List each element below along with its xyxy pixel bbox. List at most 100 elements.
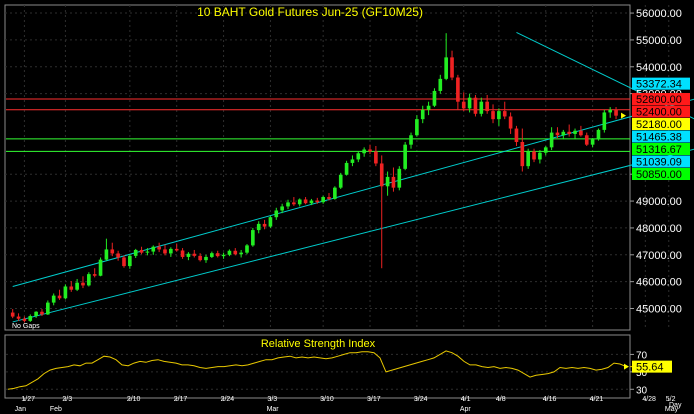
candle-body — [133, 249, 138, 256]
candle-body — [514, 128, 519, 142]
candle-body — [46, 302, 50, 315]
candle-body — [28, 316, 33, 321]
candle-body — [274, 210, 279, 218]
candle-body — [139, 249, 144, 253]
price-tag-label: 52400.00 — [636, 107, 682, 119]
candle-body — [210, 253, 214, 257]
candle-body — [391, 176, 396, 188]
date-tick-label: 4/21 — [590, 396, 604, 403]
candle-body — [543, 147, 548, 153]
date-tick-label: 1/27 — [21, 396, 35, 403]
candle-body — [227, 250, 232, 255]
candle-body — [63, 286, 68, 299]
candle-body — [297, 199, 302, 205]
candle-body — [309, 200, 314, 204]
candle-body — [321, 197, 325, 203]
date-tick-label: 2/24 — [221, 396, 235, 403]
candle-body — [415, 119, 419, 136]
candle-body — [561, 131, 566, 136]
price-tag-label: 52180.00 — [636, 119, 682, 131]
candle-body — [526, 151, 530, 167]
candle-body — [549, 132, 554, 148]
candle-body — [268, 217, 273, 227]
price-tag-label: 51316.67 — [636, 144, 682, 156]
candle-body — [116, 253, 120, 258]
candle-body — [22, 318, 27, 321]
candle-body — [251, 230, 255, 246]
candle-body — [356, 153, 361, 160]
candle-body — [57, 295, 62, 299]
candle-body — [385, 176, 390, 187]
candle-body — [286, 202, 290, 207]
candle-body — [75, 282, 79, 290]
price-tags: 53372.34 52800.0052400.0052180.0051465.38… — [632, 77, 690, 181]
candle-body — [221, 254, 226, 257]
date-tick-label: 2/3 — [62, 396, 72, 403]
candle-body — [180, 250, 185, 257]
candle-body — [215, 253, 220, 257]
candle-body — [420, 109, 425, 120]
candle-body — [567, 131, 571, 134]
candle-body — [614, 109, 618, 116]
month-label: Jan — [15, 406, 26, 413]
candle-body — [520, 141, 525, 167]
candle-body — [444, 57, 448, 79]
candle-body — [292, 202, 296, 205]
candle-body — [485, 101, 489, 112]
month-label: Feb — [50, 406, 62, 413]
candle-body — [204, 256, 208, 261]
candle-body — [397, 168, 402, 188]
candle-body — [555, 132, 560, 136]
candle-body — [608, 109, 612, 113]
price-axis-label: 55000.00 — [636, 35, 682, 47]
month-label: Apr — [460, 406, 472, 413]
candle-body — [579, 130, 583, 136]
candle-body — [169, 248, 173, 254]
candle-body — [128, 255, 132, 267]
candle-body — [51, 295, 56, 303]
candle-body — [374, 151, 378, 164]
price-tag-label: 52800.00 — [636, 94, 682, 106]
candle-body — [438, 78, 443, 91]
candle-body — [122, 257, 126, 267]
candle-body — [573, 130, 577, 134]
price-tag-label: 51039.09 — [636, 157, 682, 169]
price-axis-label: 48000.00 — [636, 223, 682, 235]
candle-body — [473, 97, 478, 114]
candle-body — [40, 311, 44, 315]
candle-body — [538, 152, 542, 160]
candle-body — [368, 149, 372, 152]
rsi-axis-label: 70 — [636, 350, 648, 361]
candle-body — [497, 111, 501, 120]
price-tag-label: 53372.34 — [636, 79, 682, 91]
candle-body — [145, 251, 150, 253]
candle-body — [479, 101, 484, 114]
candle-body — [192, 253, 197, 256]
candle-body — [508, 116, 513, 129]
candle-body — [280, 206, 284, 211]
candle-body — [602, 112, 607, 130]
date-tick-label: 3/3 — [267, 396, 277, 403]
candle-body — [432, 90, 437, 106]
month-label: Mar — [267, 406, 280, 413]
candle-body — [104, 249, 109, 260]
candle-body — [10, 312, 15, 317]
candle-body — [92, 274, 97, 276]
price-axis-label: 54000.00 — [636, 62, 682, 74]
candle-body — [163, 249, 167, 254]
rsi-axis-label: 30 — [636, 385, 648, 396]
candle-body — [532, 151, 536, 160]
candle-body — [151, 246, 156, 252]
candle-body — [233, 250, 238, 255]
candle-body — [338, 174, 343, 188]
candle-body — [350, 159, 355, 163]
candle-body — [69, 286, 74, 290]
candle-body — [157, 246, 161, 250]
price-axis-label: 46000.00 — [636, 277, 682, 289]
candle-body — [362, 149, 366, 154]
chart-title: 10 BAHT Gold Futures Jun-25 (GF10M25) — [197, 5, 423, 19]
date-tick-label: 4/16 — [543, 396, 557, 403]
date-tick-label: 3/24 — [414, 396, 428, 403]
candle-body — [256, 223, 261, 231]
date-tick-label: 3/10 — [320, 396, 334, 403]
